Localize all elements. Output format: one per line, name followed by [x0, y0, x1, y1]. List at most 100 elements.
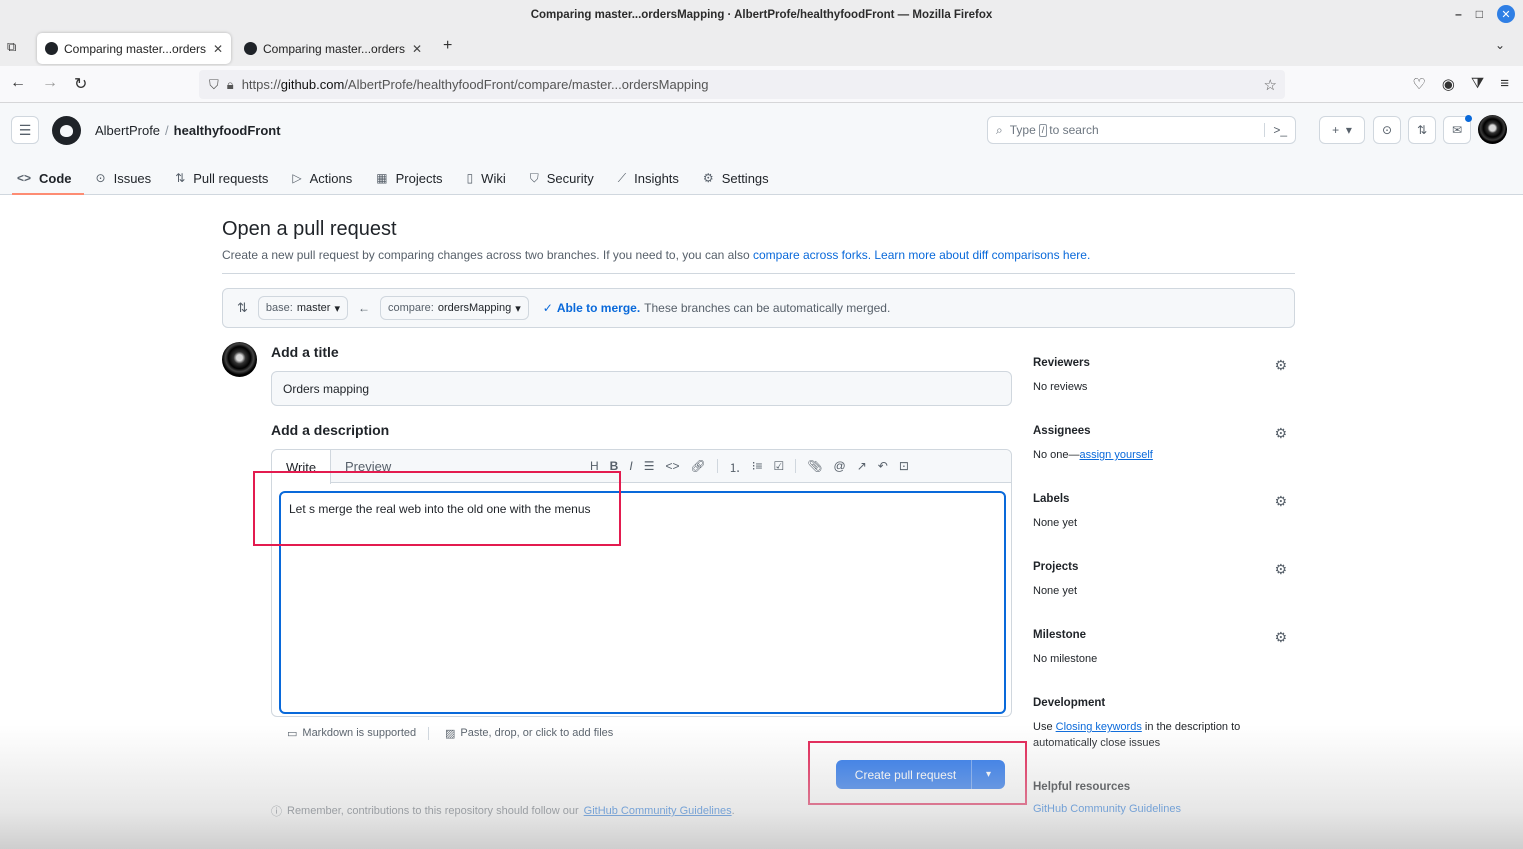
- hamburger-menu-icon[interactable]: ☰: [11, 116, 39, 144]
- tab-security[interactable]: ⛉ Security: [518, 161, 606, 195]
- tab-label: Projects: [395, 170, 443, 186]
- community-guidelines-link[interactable]: GitHub Community Guidelines: [584, 805, 732, 817]
- tab-list-icon[interactable]: ⧉: [7, 39, 16, 55]
- contribution-note: ⓘ Remember, contributions to this reposi…: [271, 805, 735, 818]
- fullscreen-icon[interactable]: ⊡: [899, 459, 909, 476]
- learn-diff-link[interactable]: Learn more about diff comparisons here.: [874, 248, 1090, 262]
- gear-icon[interactable]: ⚙: [1274, 425, 1287, 442]
- forward-icon[interactable]: →: [42, 74, 58, 92]
- close-window-icon[interactable]: ✕: [1497, 5, 1515, 23]
- toolbar-right: ♡ ◉ ⧩ ≡: [1412, 75, 1509, 93]
- tab-issues[interactable]: ⊙ Issues: [84, 161, 164, 195]
- user-avatar[interactable]: [1478, 115, 1507, 144]
- helpful-resources-heading: Helpful resources: [1033, 781, 1131, 793]
- unordered-list-icon[interactable]: ⁝≡: [752, 459, 763, 476]
- author-avatar: [222, 342, 257, 377]
- issues-icon: ⊙: [95, 171, 106, 185]
- back-icon[interactable]: ←: [10, 74, 26, 92]
- italic-icon[interactable]: I: [629, 459, 632, 476]
- merge-message: These branches can be automatically merg…: [644, 301, 891, 315]
- browser-tab-1[interactable]: Comparing master...ordersM ✕: [37, 33, 231, 64]
- pocket-icon[interactable]: ♡: [1412, 75, 1425, 93]
- page-title: Open a pull request: [222, 218, 397, 240]
- issues-icon[interactable]: ⊙: [1373, 116, 1401, 144]
- close-tab-icon[interactable]: ✕: [412, 42, 422, 56]
- assignees-value: No one—assign yourself: [1033, 449, 1153, 461]
- milestone-heading: Milestone: [1033, 629, 1087, 641]
- compare-forks-link[interactable]: compare across forks.: [753, 248, 871, 262]
- code-icon[interactable]: <>: [665, 459, 679, 476]
- projects-value: None yet: [1033, 585, 1078, 597]
- repo-name-link[interactable]: healthyfoodFront: [174, 123, 281, 138]
- tab-projects[interactable]: ▦ Projects: [364, 161, 454, 195]
- minimize-icon[interactable]: –: [1455, 7, 1462, 21]
- tab-label: Issues: [113, 170, 152, 186]
- bookmark-star-icon[interactable]: ☆: [1264, 76, 1277, 94]
- gear-icon[interactable]: ⚙: [1274, 493, 1287, 510]
- repo-owner-link[interactable]: AlbertProfe: [95, 123, 160, 138]
- markdown-note[interactable]: ▭ Markdown is supported: [271, 726, 429, 740]
- extensions-icon[interactable]: ⧩: [1471, 75, 1484, 93]
- url-bar[interactable]: ⛉ 🔒︎ https://github.com/AlbertProfe/heal…: [199, 70, 1285, 99]
- toolbar-divider: [795, 459, 797, 473]
- sidebar-helpful-resources: Helpful resources GitHub Community Guide…: [1033, 781, 1295, 817]
- base-branch-select[interactable]: base: master ▾: [257, 296, 348, 320]
- gear-icon[interactable]: ⚙: [1274, 357, 1287, 374]
- assign-yourself-link[interactable]: assign yourself: [1079, 449, 1152, 461]
- close-tab-icon[interactable]: ✕: [213, 42, 223, 56]
- tab-label: Settings: [721, 170, 769, 186]
- milestone-value: No milestone: [1033, 653, 1098, 665]
- tab-wiki[interactable]: ▯ Wiki: [455, 161, 518, 195]
- branch-compare-bar: ⇅ base: master ▾ ← compare: ordersMappin…: [222, 288, 1295, 328]
- quote-icon[interactable]: ☰: [644, 459, 655, 476]
- search-input[interactable]: ⌕ Type / to search >_: [987, 116, 1296, 144]
- tab-code[interactable]: <> Code: [0, 161, 84, 195]
- assignees-heading: Assignees: [1033, 425, 1091, 437]
- task-list-icon[interactable]: ☑: [774, 459, 785, 476]
- development-value: Use Closing keywords in the description …: [1033, 721, 1241, 749]
- sidebar-assignees: Assignees ⚙ No one—assign yourself: [1033, 425, 1295, 463]
- tab-title: Comparing master...ordersM: [263, 41, 406, 56]
- compare-branch-select[interactable]: compare: ordersMapping ▾: [379, 296, 529, 320]
- closing-keywords-link[interactable]: Closing keywords: [1056, 721, 1142, 733]
- table-icon: ▦: [376, 171, 388, 185]
- reply-icon[interactable]: ↶: [878, 459, 888, 476]
- labels-heading: Labels: [1033, 493, 1070, 505]
- new-tab-icon[interactable]: +: [443, 37, 452, 55]
- ordered-list-icon[interactable]: ⒈: [729, 459, 741, 476]
- attach-icon[interactable]: 📎︎: [807, 459, 822, 476]
- create-new-button[interactable]: + ▾: [1319, 116, 1365, 144]
- arrow-left-icon: ←: [357, 301, 370, 315]
- check-icon: ✓: [542, 301, 553, 315]
- compare-branch-value: ordersMapping: [437, 302, 512, 314]
- tab-overflow-chevron-icon[interactable]: ⌄: [1495, 38, 1505, 52]
- attach-files[interactable]: ▨ Paste, drop, or click to add files: [429, 727, 613, 740]
- tab-insights[interactable]: ⟋ Insights: [606, 161, 691, 195]
- tab-settings[interactable]: ⚙ Settings: [691, 161, 781, 195]
- graph-icon: ⟋: [617, 170, 627, 185]
- menu-icon[interactable]: ≡: [1500, 75, 1509, 93]
- mention-icon[interactable]: @: [834, 459, 846, 476]
- sidebar-reviewers: Reviewers ⚙ No reviews: [1033, 357, 1295, 395]
- gear-icon[interactable]: ⚙: [1274, 629, 1287, 646]
- command-palette-icon[interactable]: >_: [1264, 123, 1287, 137]
- link-icon[interactable]: 🔗︎: [690, 459, 705, 476]
- account-icon[interactable]: ◉: [1442, 75, 1455, 93]
- tab-actions[interactable]: ▷ Actions: [280, 161, 364, 195]
- maximize-icon[interactable]: □: [1476, 7, 1483, 21]
- reload-icon[interactable]: ↻: [74, 74, 87, 94]
- shield-icon[interactable]: ⛉: [209, 77, 219, 93]
- tab-label: Actions: [309, 170, 353, 186]
- browser-tab-2[interactable]: Comparing master...ordersM ✕: [236, 33, 430, 64]
- community-guidelines-link[interactable]: GitHub Community Guidelines: [1033, 803, 1181, 815]
- gear-icon[interactable]: ⚙: [1274, 561, 1287, 578]
- base-branch-value: master: [296, 302, 331, 314]
- github-logo-icon[interactable]: [52, 116, 81, 145]
- browser-tab-bar: ⧉ Comparing master...ordersM ✕ Comparing…: [0, 30, 1523, 66]
- reference-icon[interactable]: ↗: [857, 459, 867, 476]
- tab-pull-requests[interactable]: ⇅ Pull requests: [163, 161, 280, 195]
- image-icon: ▨: [445, 727, 456, 740]
- lock-icon[interactable]: 🔒︎: [227, 77, 234, 93]
- pull-requests-icon[interactable]: ⇅: [1408, 116, 1436, 144]
- title-input[interactable]: Orders mapping: [271, 371, 1012, 406]
